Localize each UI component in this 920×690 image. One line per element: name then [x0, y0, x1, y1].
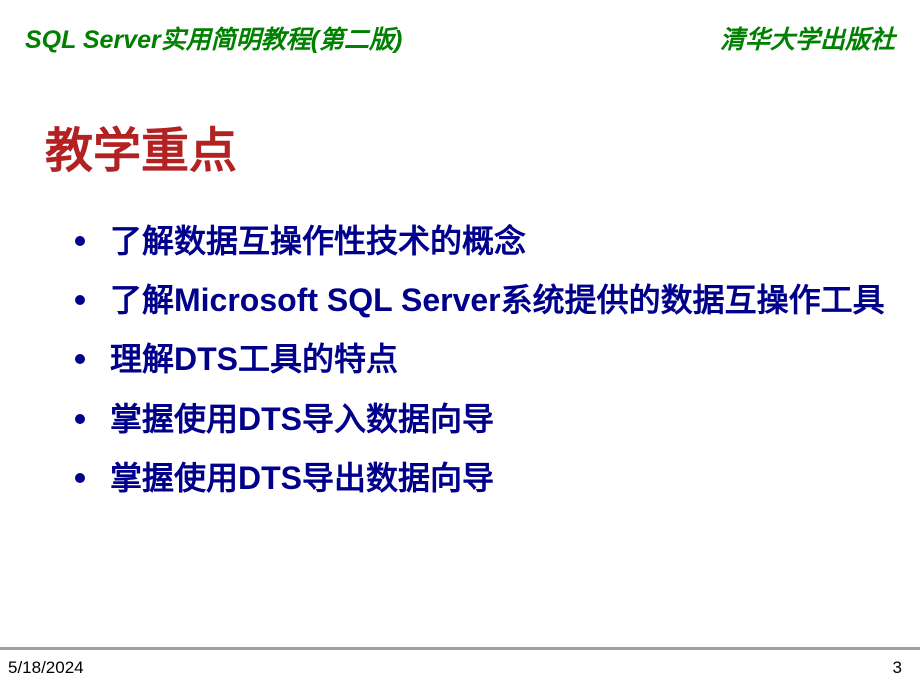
- slide-number: 3: [893, 658, 902, 678]
- book-title: SQL Server实用简明教程(第二版): [25, 20, 402, 56]
- footer-divider: [0, 647, 920, 650]
- slide-footer: 5/18/2024 3: [0, 647, 920, 690]
- footer-content: 5/18/2024 3: [0, 658, 920, 690]
- publisher: 清华大学出版社: [720, 20, 895, 56]
- list-item: 掌握使用DTS导入数据向导: [75, 394, 885, 445]
- slide-date: 5/18/2024: [8, 658, 84, 678]
- list-item: 了解数据互操作性技术的概念: [75, 216, 885, 267]
- list-item: 了解Microsoft SQL Server系统提供的数据互操作工具: [75, 275, 885, 326]
- list-item: 理解DTS工具的特点: [75, 334, 885, 385]
- slide-title: 教学重点: [45, 111, 920, 181]
- slide-header: SQL Server实用简明教程(第二版) 清华大学出版社: [0, 0, 920, 56]
- bullet-list: 了解数据互操作性技术的概念 了解Microsoft SQL Server系统提供…: [75, 216, 920, 504]
- list-item: 掌握使用DTS导出数据向导: [75, 453, 885, 504]
